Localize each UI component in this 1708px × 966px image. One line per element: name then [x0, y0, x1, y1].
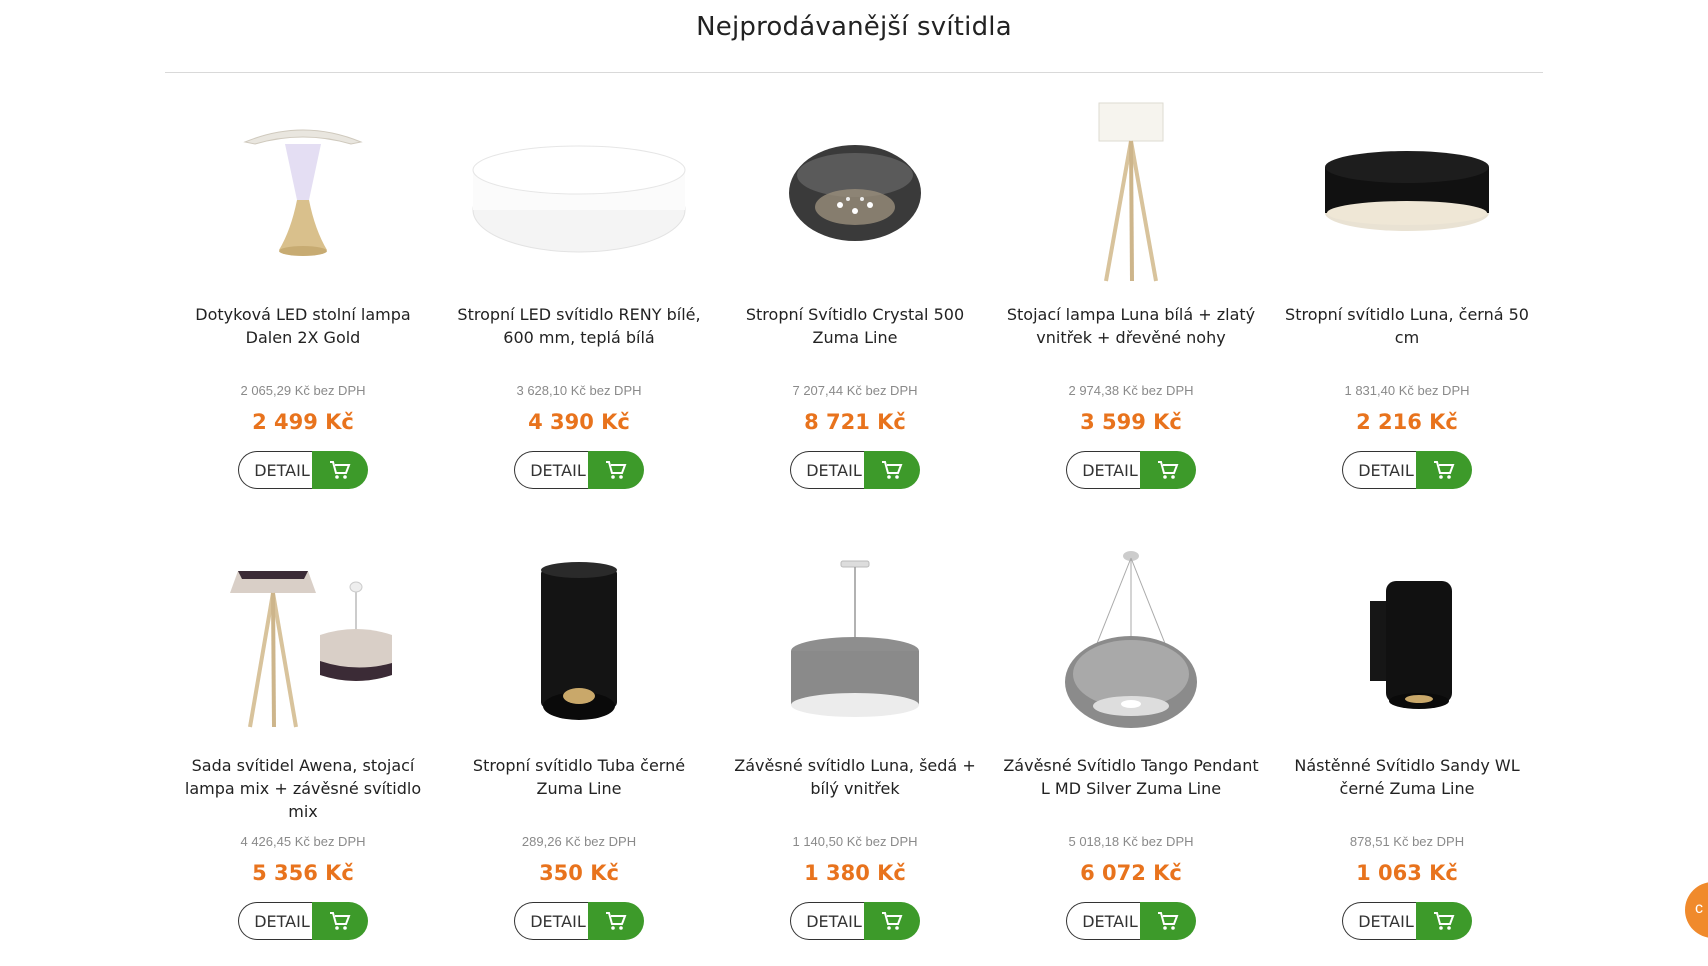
ceiling-crystal-icon — [789, 145, 921, 241]
lamp-set-icon — [230, 571, 392, 728]
chat-label: c — [1695, 900, 1703, 917]
product-card: Dotyková LED stolní lampa Dalen 2X Gold … — [165, 95, 441, 495]
product-price-net: 878,51 Kč bez DPH — [1349, 834, 1465, 849]
product-actions: DETAIL — [1342, 902, 1472, 940]
product-price: 1 380 Kč — [804, 861, 906, 885]
add-to-cart-button[interactable] — [588, 451, 644, 489]
product-price: 3 599 Kč — [1080, 410, 1182, 434]
product-card: Stropní LED svítidlo RENY bílé, 600 mm, … — [441, 95, 717, 495]
product-name[interactable]: Sada svítidel Awena, stojací lampa mix +… — [173, 754, 433, 823]
product-card: Závěsné svítidlo Luna, šedá + bílý vnitř… — [717, 546, 993, 946]
product-image[interactable] — [993, 546, 1269, 736]
pendant-silver-icon — [1065, 551, 1197, 728]
product-card: Stropní Svítidlo Crystal 500 Zuma Line 7… — [717, 95, 993, 495]
product-price-net: 289,26 Kč bez DPH — [521, 834, 637, 849]
add-to-cart-button[interactable] — [312, 902, 368, 940]
product-name[interactable]: Stojací lampa Luna bílá + zlatý vnitřek … — [1001, 303, 1261, 349]
product-image[interactable] — [441, 95, 717, 285]
add-to-cart-button[interactable] — [864, 902, 920, 940]
product-row: Dotyková LED stolní lampa Dalen 2X Gold … — [165, 95, 1543, 515]
section-divider — [165, 72, 1543, 73]
product-price-net: 4 426,45 Kč bez DPH — [240, 834, 366, 849]
cart-icon — [330, 461, 351, 479]
product-name[interactable]: Závěsné svítidlo Luna, šedá + bílý vnitř… — [725, 754, 985, 800]
product-price-net: 2 065,29 Kč bez DPH — [240, 383, 366, 398]
product-price: 350 Kč — [539, 861, 619, 885]
product-price: 2 216 Kč — [1356, 410, 1458, 434]
product-name[interactable]: Stropní svítidlo Luna, černá 50 cm — [1277, 303, 1537, 349]
product-price: 5 356 Kč — [252, 861, 354, 885]
product-image[interactable] — [717, 95, 993, 285]
product-name[interactable]: Stropní LED svítidlo RENY bílé, 600 mm, … — [449, 303, 709, 349]
product-name[interactable]: Stropní Svítidlo Crystal 500 Zuma Line — [725, 303, 985, 349]
product-actions: DETAIL — [238, 451, 368, 489]
product-price-net: 2 974,38 Kč bez DPH — [1068, 383, 1194, 398]
cart-icon — [882, 912, 903, 930]
product-name[interactable]: Stropní svítidlo Tuba černé Zuma Line — [449, 754, 709, 800]
add-to-cart-button[interactable] — [1416, 451, 1472, 489]
product-actions: DETAIL — [1342, 451, 1472, 489]
product-actions: DETAIL — [790, 451, 920, 489]
product-price: 6 072 Kč — [1080, 861, 1182, 885]
product-image[interactable] — [1269, 95, 1545, 285]
section-title: Nejprodávanější svítidla — [696, 12, 1012, 42]
add-to-cart-button[interactable] — [864, 451, 920, 489]
product-image[interactable] — [717, 546, 993, 736]
add-to-cart-button[interactable] — [1140, 902, 1196, 940]
product-price: 4 390 Kč — [528, 410, 630, 434]
chat-button[interactable]: c — [1685, 882, 1708, 938]
product-actions: DETAIL — [790, 902, 920, 940]
spot-tube-black-icon — [541, 562, 617, 720]
product-card: Stojací lampa Luna bílá + zlatý vnitřek … — [993, 95, 1269, 495]
product-card: Sada svítidel Awena, stojací lampa mix +… — [165, 546, 441, 946]
wall-light-black-icon — [1370, 581, 1452, 709]
product-price-net: 7 207,44 Kč bez DPH — [792, 383, 918, 398]
product-image[interactable] — [1269, 546, 1545, 736]
product-name[interactable]: Nástěnné Svítidlo Sandy WL černé Zuma Li… — [1277, 754, 1537, 800]
product-price: 1 063 Kč — [1356, 861, 1458, 885]
product-actions: DETAIL — [1066, 451, 1196, 489]
floor-lamp-tripod-icon — [1098, 102, 1164, 282]
cart-icon — [606, 461, 627, 479]
product-price-net: 3 628,10 Kč bez DPH — [516, 383, 642, 398]
product-row: Sada svítidel Awena, stojací lampa mix +… — [165, 546, 1543, 966]
product-price-net: 1 831,40 Kč bez DPH — [1344, 383, 1470, 398]
table-lamp-gold-icon — [243, 129, 363, 256]
product-card: Stropní svítidlo Tuba černé Zuma Line 28… — [441, 546, 717, 946]
add-to-cart-button[interactable] — [312, 451, 368, 489]
cart-icon — [1158, 912, 1179, 930]
product-price-net: 1 140,50 Kč bez DPH — [792, 834, 918, 849]
product-card: Závěsné Svítidlo Tango Pendant L MD Silv… — [993, 546, 1269, 946]
product-actions: DETAIL — [514, 902, 644, 940]
add-to-cart-button[interactable] — [1140, 451, 1196, 489]
product-price-net: 5 018,18 Kč bez DPH — [1068, 834, 1194, 849]
product-image[interactable] — [993, 95, 1269, 285]
ceiling-light-white-icon — [472, 145, 686, 253]
product-actions: DETAIL — [514, 451, 644, 489]
product-card: Nástěnné Svítidlo Sandy WL černé Zuma Li… — [1269, 546, 1545, 946]
product-image[interactable] — [165, 546, 441, 736]
product-name[interactable]: Závěsné Svítidlo Tango Pendant L MD Silv… — [1001, 754, 1261, 800]
product-actions: DETAIL — [1066, 902, 1196, 940]
product-price: 8 721 Kč — [804, 410, 906, 434]
cart-icon — [330, 912, 351, 930]
product-actions: DETAIL — [238, 902, 368, 940]
product-image[interactable] — [165, 95, 441, 285]
add-to-cart-button[interactable] — [588, 902, 644, 940]
pendant-grey-icon — [791, 560, 919, 717]
product-price: 2 499 Kč — [252, 410, 354, 434]
product-card: Stropní svítidlo Luna, černá 50 cm 1 831… — [1269, 95, 1545, 495]
product-image[interactable] — [441, 546, 717, 736]
product-name[interactable]: Dotyková LED stolní lampa Dalen 2X Gold — [173, 303, 433, 349]
cart-icon — [1434, 912, 1455, 930]
cart-icon — [882, 461, 903, 479]
cart-icon — [606, 912, 627, 930]
ceiling-light-black-icon — [1325, 151, 1489, 231]
cart-icon — [1158, 461, 1179, 479]
cart-icon — [1434, 461, 1455, 479]
add-to-cart-button[interactable] — [1416, 902, 1472, 940]
